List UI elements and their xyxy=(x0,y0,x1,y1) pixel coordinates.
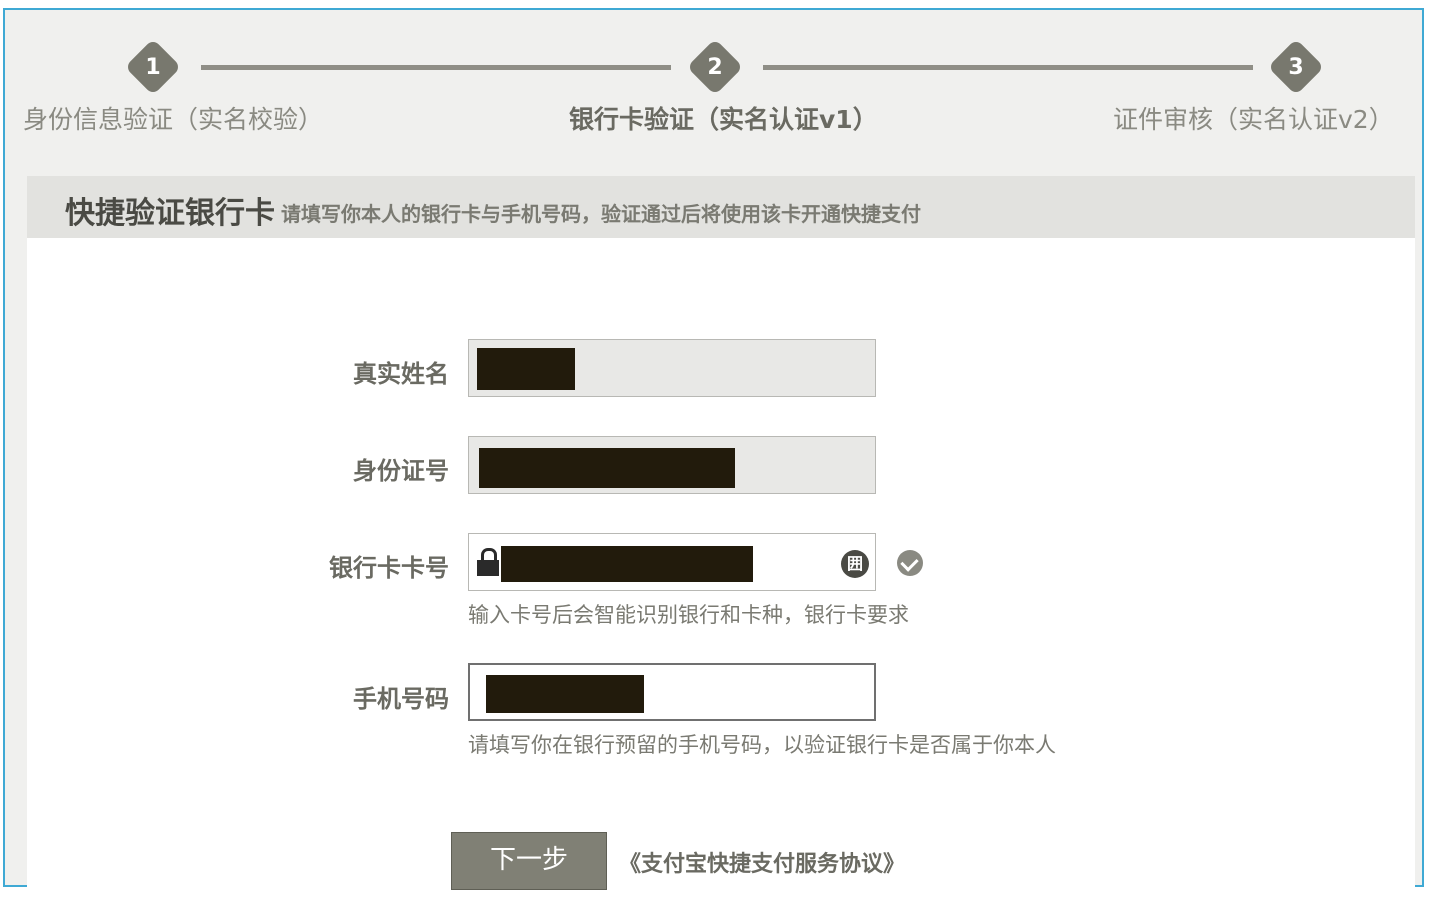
verification-window: 1 身份信息验证（实名校验） 2 银行卡验证（实名认证v1） 3 证件审核（实名… xyxy=(3,8,1424,897)
verification-panel: 快捷验证银行卡 请填写你本人的银行卡与手机号码，验证通过后将使用该卡开通快捷支付… xyxy=(27,176,1415,897)
lock-icon xyxy=(477,548,499,576)
step-3-label: 证件审核（实名认证v2） xyxy=(1113,105,1394,134)
bank-card-field[interactable]: 囲 xyxy=(468,533,876,591)
phone-hint: 请填写你在银行预留的手机号码，以验证银行卡是否属于你本人 xyxy=(468,733,1056,757)
step-1-label: 身份信息验证（实名校验） xyxy=(23,105,324,134)
bank-card-label: 银行卡卡号 xyxy=(329,554,449,582)
bank-card-redaction xyxy=(501,546,753,582)
panel-title: 快捷验证银行卡 xyxy=(65,196,275,231)
phone-redaction xyxy=(486,675,644,713)
keyboard-icon[interactable]: 囲 xyxy=(841,550,869,578)
panel-subtitle: 请填写你本人的银行卡与手机号码，验证通过后将使用该卡开通快捷支付 xyxy=(281,202,921,226)
panel-header: 快捷验证银行卡 请填写你本人的银行卡与手机号码，验证通过后将使用该卡开通快捷支付 xyxy=(27,176,1415,238)
check-icon xyxy=(897,550,923,576)
next-button[interactable]: 下一步 xyxy=(451,832,607,890)
id-number-field[interactable] xyxy=(468,436,876,494)
real-name-label: 真实姓名 xyxy=(353,360,449,388)
bank-card-hint: 输入卡号后会智能识别银行和卡种，银行卡要求 xyxy=(468,603,909,627)
id-number-label: 身份证号 xyxy=(353,457,449,485)
phone-field[interactable] xyxy=(468,663,876,721)
real-name-redaction xyxy=(477,348,575,390)
phone-label: 手机号码 xyxy=(353,685,449,713)
agreement-link[interactable]: 《支付宝快捷支付服务协议》 xyxy=(619,846,905,878)
step-1-number: 1 xyxy=(145,55,161,80)
step-2-label: 银行卡验证（实名认证v1） xyxy=(569,105,878,134)
step-connector-2-3 xyxy=(763,65,1253,70)
step-2-number: 2 xyxy=(707,55,723,80)
real-name-field[interactable] xyxy=(468,339,876,397)
step-connector-1-2 xyxy=(201,65,671,70)
step-3-number: 3 xyxy=(1288,55,1304,80)
id-number-redaction xyxy=(479,448,735,488)
